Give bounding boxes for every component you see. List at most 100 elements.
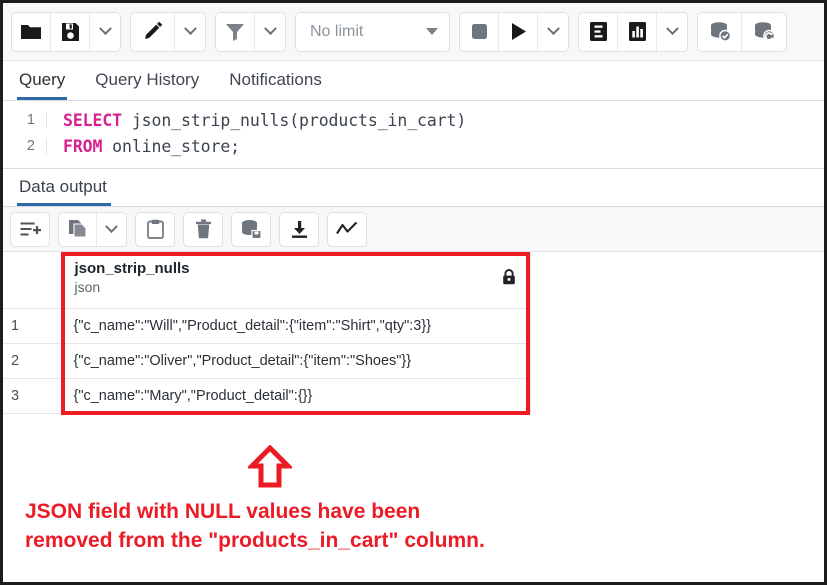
sql-rest: online_store; — [102, 137, 240, 156]
annotation-line-2: removed from the "products_in_cart" colu… — [3, 526, 824, 555]
code-line: 2 FROM online_store; — [3, 133, 824, 159]
tab-notifications[interactable]: Notifications — [227, 70, 324, 100]
edit-button[interactable] — [131, 13, 175, 51]
rollback-button[interactable] — [742, 13, 786, 51]
tab-query[interactable]: Query — [17, 70, 67, 100]
chevron-down-icon — [99, 22, 112, 35]
copy-button[interactable] — [59, 213, 97, 246]
column-header-json-strip-nulls[interactable]: json_strip_nulls json — [61, 252, 530, 308]
sql-keyword: SELECT — [63, 111, 122, 130]
result-grid: json_strip_nulls json 1 — [3, 252, 531, 414]
save-data-changes-button[interactable] — [232, 213, 270, 246]
column-name: json_strip_nulls — [75, 260, 518, 278]
pgadmin-query-tool-window: No limit — [0, 0, 827, 585]
filter-options-dropdown[interactable] — [255, 13, 285, 51]
save-data-changes-icon — [240, 219, 262, 239]
sql-rest: json_strip_nulls(products_in_cart) — [122, 111, 466, 130]
download-button[interactable] — [280, 213, 318, 246]
graph-visualize-icon — [336, 221, 358, 237]
save-disk-icon — [61, 22, 80, 42]
folder-open-icon — [20, 23, 42, 41]
explain-button[interactable] — [579, 13, 618, 51]
add-row-button[interactable] — [11, 213, 49, 246]
save-file-button[interactable] — [51, 13, 90, 51]
cell-json-strip-nulls[interactable]: {"c_name":"Oliver","Product_detail":{"it… — [61, 343, 530, 378]
filter-group — [215, 12, 286, 52]
copy-group — [58, 212, 127, 247]
cell-json-strip-nulls[interactable]: {"c_name":"Mary","Product_detail":{}} — [61, 378, 530, 413]
result-grid-wrapper: json_strip_nulls json 1 — [3, 252, 824, 437]
chevron-down-icon — [547, 22, 560, 35]
row-limit-label: No limit — [310, 23, 363, 41]
explain-analyze-chart-icon — [628, 21, 647, 42]
result-grid-toolbar — [3, 207, 824, 252]
line-number: 2 — [3, 138, 47, 154]
row-number: 1 — [3, 308, 61, 343]
sql-keyword: FROM — [63, 137, 102, 156]
paste-group — [135, 212, 175, 247]
copy-rows-icon — [68, 219, 88, 239]
line-number: 1 — [3, 112, 47, 128]
row-number: 3 — [3, 378, 61, 413]
graph-visualiser-button[interactable] — [328, 213, 366, 246]
file-group — [11, 12, 121, 52]
code-text: SELECT json_strip_nulls(products_in_cart… — [47, 111, 466, 130]
stop-square-icon — [471, 23, 488, 40]
add-row-icon — [20, 220, 41, 238]
cell-json-strip-nulls[interactable]: {"c_name":"Will","Product_detail":{"item… — [61, 308, 530, 343]
code-line: 1 SELECT json_strip_nulls(products_in_ca… — [3, 107, 824, 133]
explain-options-dropdown[interactable] — [657, 13, 687, 51]
filter-funnel-icon — [225, 22, 245, 41]
filter-button[interactable] — [216, 13, 255, 51]
tab-data-output[interactable]: Data output — [17, 177, 111, 206]
caret-down-icon — [426, 28, 438, 35]
transaction-group — [697, 12, 787, 52]
delete-row-button[interactable] — [184, 213, 222, 246]
row-limit-select[interactable]: No limit — [295, 12, 450, 52]
row-number-header — [3, 252, 61, 308]
stop-query-button[interactable] — [460, 13, 499, 51]
pencil-edit-icon — [142, 21, 163, 42]
open-file-button[interactable] — [12, 13, 51, 51]
row-number: 2 — [3, 343, 61, 378]
column-type: json — [75, 278, 518, 296]
table-row[interactable]: 2 {"c_name":"Oliver","Product_detail":{"… — [3, 343, 530, 378]
grid-header-row: json_strip_nulls json — [3, 252, 530, 308]
query-tool-toolbar: No limit — [3, 3, 824, 61]
chevron-down-icon — [184, 22, 197, 35]
graph-group — [327, 212, 367, 247]
explain-analyze-button[interactable] — [618, 13, 657, 51]
commit-database-check-icon — [708, 21, 732, 42]
chevron-down-icon — [666, 22, 679, 35]
copy-options-dropdown[interactable] — [97, 213, 126, 246]
explain-e-icon — [589, 21, 608, 42]
query-tool-tabs: Query Query History Notifications — [3, 61, 824, 101]
trash-delete-icon — [195, 219, 212, 239]
delete-group — [183, 212, 223, 247]
execute-group — [459, 12, 569, 52]
annotation-line-1: JSON field with NULL values have been — [3, 489, 824, 526]
annotation-arrow-row — [3, 445, 824, 489]
table-row[interactable]: 1 {"c_name":"Will","Product_detail":{"it… — [3, 308, 530, 343]
data-output-tabbar: Data output — [3, 169, 824, 207]
execute-options-dropdown[interactable] — [538, 13, 568, 51]
play-triangle-icon — [510, 22, 527, 41]
rollback-database-icon — [752, 21, 776, 42]
edit-options-dropdown[interactable] — [175, 13, 205, 51]
paste-button[interactable] — [136, 213, 174, 246]
explain-group — [578, 12, 688, 52]
code-text: FROM online_store; — [47, 137, 240, 156]
paste-clipboard-icon — [147, 219, 164, 239]
save-changes-group — [231, 212, 271, 247]
sql-editor[interactable]: 1 SELECT json_strip_nulls(products_in_ca… — [3, 101, 824, 169]
execute-query-button[interactable] — [499, 13, 538, 51]
tab-query-history[interactable]: Query History — [93, 70, 201, 100]
commit-button[interactable] — [698, 13, 742, 51]
download-group — [279, 212, 319, 247]
save-options-dropdown[interactable] — [90, 13, 120, 51]
table-row[interactable]: 3 {"c_name":"Mary","Product_detail":{}} — [3, 378, 530, 413]
up-arrow-icon — [248, 445, 292, 489]
annotation-block: JSON field with NULL values have been re… — [3, 437, 824, 555]
download-csv-icon — [290, 220, 309, 239]
chevron-down-icon — [105, 220, 118, 233]
